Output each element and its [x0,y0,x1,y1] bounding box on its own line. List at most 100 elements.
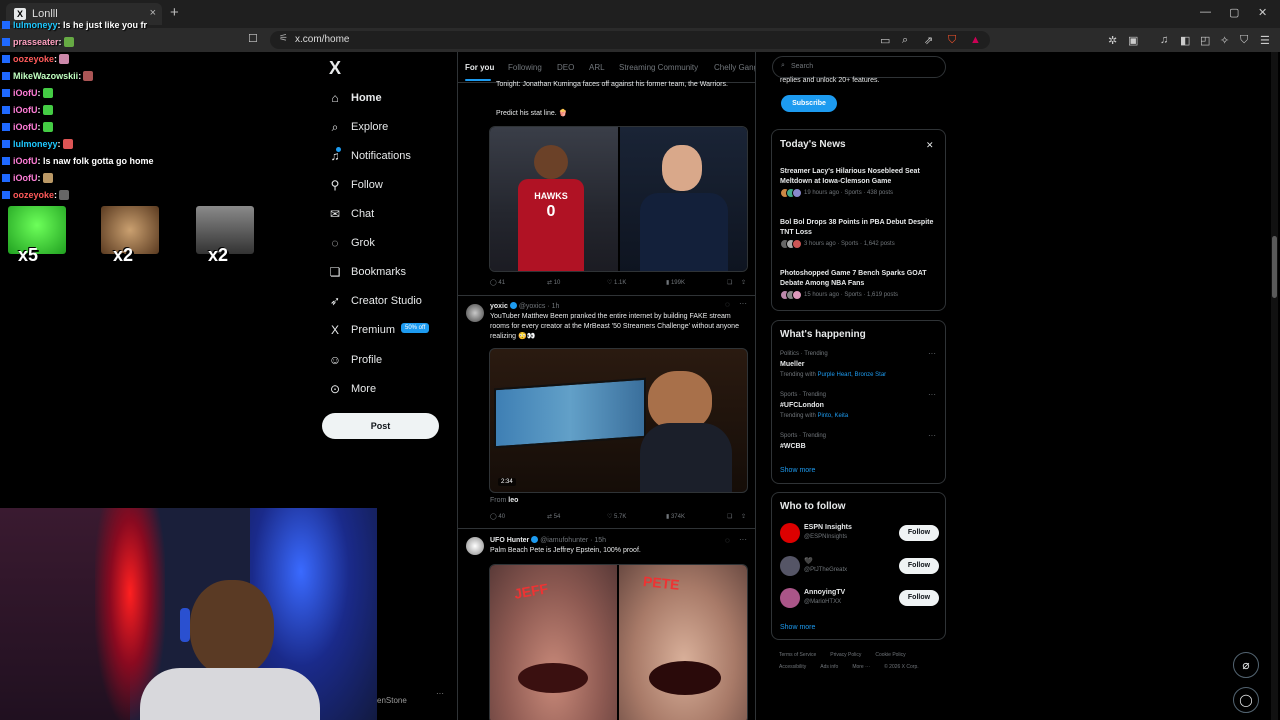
nav-premium[interactable]: X Premium 50% off [327,322,457,346]
share-tweet-icon[interactable]: ⇪ [741,513,746,520]
leo-ai-icon[interactable]: ✧ [1220,34,1229,47]
news-headline[interactable]: Photoshopped Game 7 Bench Sparks GOAT De… [780,269,940,289]
tab-close-icon[interactable]: × [150,7,156,19]
follow-button[interactable]: Follow [899,558,939,574]
follow-button[interactable]: Follow [899,525,939,541]
nav-profile[interactable]: ☺ Profile [327,352,457,376]
wallet-icon[interactable]: ◰ [1200,34,1210,47]
search-input[interactable]: ⌕ Search [772,56,946,78]
nav-home[interactable]: ⌂ Home [327,90,457,114]
vpn-icon[interactable]: ⛉ [1240,34,1248,47]
nav-bookmarks[interactable]: ❏ Bookmarks [327,264,457,288]
nav-grok[interactable]: ◌ Grok [327,235,457,259]
from-user[interactable]: leo [508,497,518,504]
suggested-account-handle[interactable]: @ESPNInsights [804,534,847,540]
footer-link[interactable]: Privacy Policy [830,652,861,658]
scrollbar-thumb[interactable] [1272,236,1277,298]
avatar[interactable] [780,588,800,608]
retweet-button[interactable]: ⇄ 54 [547,513,560,520]
footer-link[interactable]: Terms of Service [779,652,816,658]
like-button[interactable]: ♡ 5.7K [607,513,626,520]
brave-shield-icon[interactable]: ⛉ [948,34,956,47]
maximize-icon[interactable]: ▢ [1229,6,1239,19]
share-tweet-icon[interactable]: ⇪ [741,279,746,286]
x-logo-icon[interactable]: X [329,58,341,79]
tab-search-icon[interactable]: ▣ [1128,34,1138,47]
trend-more-icon[interactable]: ··· [928,390,936,399]
nav-follow[interactable]: ⚲ Follow [327,177,457,201]
tweet-image-grid[interactable]: JEFF PETE [489,564,748,720]
trend-more-icon[interactable]: ··· [928,349,936,358]
tab-chelly-gang[interactable]: Chelly Gang [714,63,755,72]
views-button[interactable]: ▮ 199K [666,279,685,286]
more-options-icon[interactable]: ··· [739,535,747,544]
post-button[interactable]: Post [322,413,439,439]
like-button[interactable]: ♡ 1.1K [607,279,626,286]
avatar[interactable] [780,523,800,543]
suggested-account-name[interactable]: ESPN Insights [804,524,852,531]
window-close-icon[interactable]: ✕ [1258,6,1267,19]
close-icon[interactable]: ✕ [926,140,934,151]
menu-icon[interactable]: ☰ [1260,34,1270,47]
nav-more[interactable]: ⊙ More [327,381,457,405]
suggested-account-name[interactable]: AnnoyingTV [804,589,845,596]
trend-title[interactable]: #UFCLondon [780,402,824,409]
subscribe-button[interactable]: Subscribe [781,95,837,112]
grok-icon[interactable]: ◌ [725,300,730,309]
author-name[interactable]: UFO Hunter [490,537,529,544]
news-headline[interactable]: Streamer Lacy's Hilarious Nosebleed Seat… [780,167,940,187]
tweet-video[interactable]: 2:34 [489,348,748,493]
tab-deo[interactable]: DEO [557,63,574,72]
scrollbar[interactable] [1271,52,1278,720]
sidebar-icon[interactable]: ◧ [1180,34,1190,47]
bookmark-tweet-icon[interactable]: ❏ [727,513,732,520]
show-more-link[interactable]: Show more [780,467,815,474]
avatar[interactable] [466,537,484,555]
tab-arl[interactable]: ARL [589,63,605,72]
zoom-icon[interactable]: ⌕ [902,34,908,47]
trend-title[interactable]: #WCBB [780,443,806,450]
footer-link[interactable]: More ··· [852,664,870,670]
nav-explore[interactable]: ⌕ Explore [327,119,457,143]
footer-link[interactable]: Cookie Policy [875,652,905,658]
site-info-icon[interactable]: ⚟ [279,33,288,44]
avatar[interactable] [466,304,484,322]
cast-icon[interactable]: ▭ [880,34,890,47]
author-name[interactable]: yoxic [490,303,508,310]
author-handle[interactable]: @yoxics · 1h [519,303,560,310]
suggested-account-handle[interactable]: @PtJTheGreatx [804,567,847,573]
footer-link[interactable]: Accessibility [779,664,806,670]
tab-following[interactable]: Following [508,63,542,72]
grok-fab-icon[interactable]: ⌀ [1233,652,1259,678]
retweet-button[interactable]: ⇄ 10 [547,279,560,286]
trend-title[interactable]: Mueller [780,361,805,368]
avatar[interactable] [780,556,800,576]
reply-button[interactable]: ◯ 41 [490,279,505,286]
news-headline[interactable]: Bol Bol Drops 38 Points in PBA Debut Des… [780,218,940,238]
tab-for-you[interactable]: For you [465,63,494,72]
bookmark-tweet-icon[interactable]: ❏ [727,279,732,286]
trend-more-icon[interactable]: ··· [928,431,936,440]
bookmark-icon[interactable]: ☐ [248,32,258,45]
tweet-image-grid[interactable]: HAWKS 0 [489,126,748,272]
grok-icon[interactable]: ◌ [725,536,730,545]
rewards-icon[interactable]: ▲ [970,34,981,46]
suggested-account-handle[interactable]: @MarioHTXX [804,599,841,605]
overlay-more-icon[interactable]: ··· [436,689,444,698]
minimize-icon[interactable]: — [1200,6,1211,18]
nav-chat[interactable]: ✉ Chat [327,206,457,230]
suggested-account-name[interactable]: 🖤 [804,557,813,565]
views-button[interactable]: ▮ 374K [666,513,685,520]
extensions-icon[interactable]: ✲ [1108,34,1117,47]
new-tab-button[interactable]: + [170,4,179,21]
messages-fab-icon[interactable]: ◯ [1233,687,1259,713]
nav-notifications[interactable]: ♫ Notifications [327,147,457,172]
more-options-icon[interactable]: ··· [739,299,747,308]
trend-related-links[interactable]: Purple Heart, Bronze Star [817,372,886,378]
tab-streaming-community[interactable]: Streaming Community [619,63,698,72]
footer-link[interactable]: Ads info [820,664,838,670]
follow-button[interactable]: Follow [899,590,939,606]
trend-related-links[interactable]: Pinto, Keita [817,413,848,419]
nav-creator-studio[interactable]: ➶ Creator Studio [327,293,457,317]
reply-button[interactable]: ◯ 40 [490,513,505,520]
